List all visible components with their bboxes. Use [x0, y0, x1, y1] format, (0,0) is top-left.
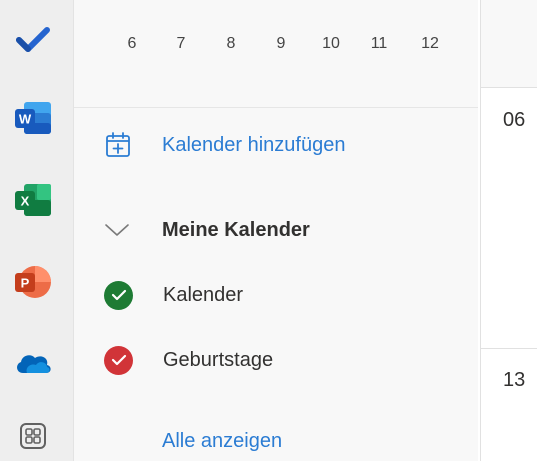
apps-grid-icon — [20, 423, 46, 449]
my-calendars-header[interactable]: Meine Kalender — [104, 212, 310, 248]
svg-text:W: W — [19, 112, 32, 127]
mini-calendar-day[interactable]: 8 — [218, 35, 244, 53]
show-all-link[interactable]: Alle anzeigen — [162, 430, 282, 453]
mini-calendar: 6 7 8 9 10 11 12 — [74, 0, 478, 108]
todo-app-button[interactable] — [11, 18, 55, 62]
calendar-add-icon — [106, 132, 130, 157]
svg-text:P: P — [21, 276, 30, 291]
mini-calendar-day[interactable]: 6 — [119, 35, 145, 53]
date-cell-number[interactable]: 13 — [503, 369, 525, 392]
calendar-item-geburtstage[interactable]: Geburtstage — [104, 341, 273, 379]
powerpoint-app-button[interactable]: P — [11, 260, 55, 304]
checkmark-icon[interactable] — [104, 345, 133, 375]
onedrive-icon — [17, 355, 51, 373]
todo-check-icon — [16, 27, 50, 52]
week-divider — [481, 348, 537, 349]
more-apps-button[interactable] — [11, 414, 55, 458]
excel-app-button[interactable]: X — [11, 178, 55, 222]
calendar-item-label: Kalender — [163, 283, 244, 306]
word-app-button[interactable]: W — [11, 96, 55, 140]
mini-calendar-day[interactable]: 7 — [168, 35, 194, 53]
calendar-item-label: Geburtstage — [163, 348, 274, 371]
mini-calendar-day[interactable]: 9 — [268, 35, 294, 53]
word-icon: W — [15, 102, 51, 134]
svg-text:X: X — [21, 194, 30, 209]
calendar-grid: 06 13 — [480, 0, 537, 461]
checkmark-icon[interactable] — [104, 280, 133, 310]
folder-pane: 6 7 8 9 10 11 12 Kalender hinzufügen Mei… — [74, 0, 478, 461]
add-calendar-label: Kalender hinzufügen — [162, 133, 346, 156]
excel-icon: X — [15, 184, 51, 216]
calendar-grid-header — [481, 0, 537, 88]
powerpoint-icon: P — [15, 266, 51, 298]
app-rail: W X P — [0, 0, 74, 461]
mini-calendar-day[interactable]: 11 — [366, 35, 392, 53]
section-title: Meine Kalender — [162, 218, 310, 241]
onedrive-app-button[interactable] — [11, 342, 55, 386]
chevron-down-icon — [105, 224, 129, 236]
mini-calendar-day[interactable]: 12 — [417, 35, 443, 53]
add-calendar-button[interactable]: Kalender hinzufügen — [104, 125, 345, 165]
date-cell-number[interactable]: 06 — [503, 109, 525, 132]
mini-calendar-day[interactable]: 10 — [318, 35, 344, 53]
calendar-item-kalender[interactable]: Kalender — [104, 276, 243, 314]
